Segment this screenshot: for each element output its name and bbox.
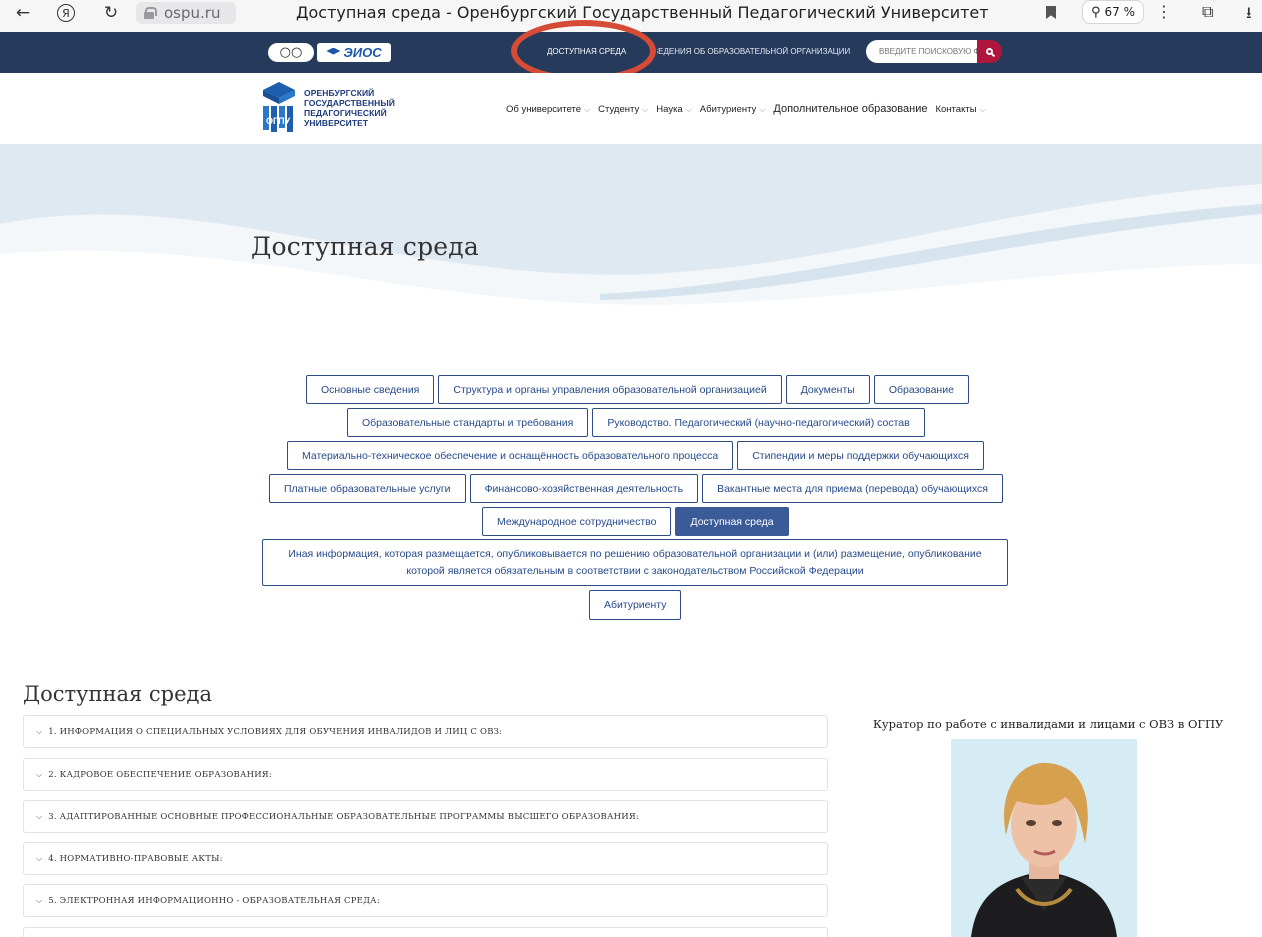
section-button[interactable]: Иная информация, которая размещается, оп… xyxy=(262,539,1008,586)
chevron-down-icon: ⌵ xyxy=(36,895,43,905)
extensions-icon[interactable]: ⧉ xyxy=(1202,2,1213,22)
section-button[interactable]: Руководство. Педагогический (научно-педа… xyxy=(592,408,925,437)
curator-portrait-image xyxy=(951,739,1137,937)
hero-banner: Доступная среда xyxy=(0,144,1262,327)
section-button-active[interactable]: Доступная среда xyxy=(675,507,789,536)
back-arrow-icon[interactable]: ← xyxy=(12,2,34,24)
section-button[interactable]: Платные образовательные услуги xyxy=(269,474,466,503)
zoom-indicator[interactable]: ⚲ 67 % xyxy=(1082,0,1144,24)
reload-icon[interactable]: ↻ xyxy=(100,2,122,24)
section-buttons-row: Материально-техническое обеспечение и ос… xyxy=(287,441,984,470)
section-buttons-row: Платные образовательные услуги Финансово… xyxy=(269,474,1003,503)
svg-text:ОГПУ: ОГПУ xyxy=(266,116,291,126)
graduation-cap-icon xyxy=(326,47,341,55)
main-menu: Об университете ⌵ Студенту ⌵ Наука ⌵ Абитур… xyxy=(506,103,986,115)
logo-line: Педагогический xyxy=(304,108,387,118)
menu-item-label: Об университете xyxy=(506,104,582,115)
section-button[interactable]: Вакантные места для приема (перевода) об… xyxy=(702,474,1003,503)
browser-toolbar: ← Я ↻ ospu.ru Доступная среда - Оренбург… xyxy=(0,0,1262,32)
topbar-link-accessible-env[interactable]: Доступная среда xyxy=(547,47,626,56)
section-buttons-row: Абитуриенту xyxy=(589,590,682,620)
hero-wave-background xyxy=(0,144,1262,327)
section-button[interactable]: Международное сотрудничество xyxy=(482,507,672,536)
menu-item-label: Абитуриенту xyxy=(699,104,757,115)
section-button[interactable]: Материально-техническое обеспечение и ос… xyxy=(287,441,734,470)
menu-item-label: Наука xyxy=(656,104,683,115)
menu-item-about[interactable]: Об университете ⌵ xyxy=(506,104,590,115)
content-heading: Доступная среда xyxy=(23,682,212,706)
section-buttons-row: Иная информация, которая размещается, оп… xyxy=(262,539,1008,586)
section-buttons-row: Основные сведения Структура и органы упр… xyxy=(306,375,969,404)
accordion-item-label: 1. Информация о специальных условиях для… xyxy=(48,726,503,737)
section-button[interactable]: Структура и органы управления образовате… xyxy=(438,375,782,404)
eios-button[interactable]: ЭИОС xyxy=(317,43,391,62)
search-icon xyxy=(986,48,993,55)
zoom-search-icon: ⚲ xyxy=(1090,4,1101,20)
menu-item-additional-education[interactable]: Дополнительное образование xyxy=(773,103,927,115)
logo-line: Университет xyxy=(304,118,369,128)
yandex-icon[interactable]: Я xyxy=(57,4,75,22)
section-button[interactable]: Финансово-хозяйственная деятельность xyxy=(469,474,699,503)
page-tab-title: Доступная среда - Оренбургский Государст… xyxy=(296,3,989,22)
section-button[interactable]: Документы xyxy=(785,375,870,404)
topbar-link-org-info-label: Сведения об образовательной организации xyxy=(647,47,851,56)
bookmark-icon[interactable] xyxy=(1046,6,1056,19)
section-buttons-row: Международное сотрудничество Доступная с… xyxy=(482,507,789,536)
chevron-down-icon: ⌵ xyxy=(685,104,692,114)
accordion-item-label: 3. Адаптированные основные профессиональ… xyxy=(48,811,639,822)
accordion-item[interactable]: ⌵ 2. Кадровое обеспечение образования: xyxy=(23,758,828,791)
chevron-down-icon: ⌵ xyxy=(759,104,766,114)
chevron-down-icon: ⌵ xyxy=(642,104,649,114)
menu-kebab-icon[interactable]: ⋮ xyxy=(1156,2,1172,21)
site-search-button[interactable] xyxy=(977,40,1002,63)
section-buttons-row: Образовательные стандарты и требования Р… xyxy=(347,408,925,437)
download-icon[interactable]: ⭳ xyxy=(1246,2,1252,29)
chevron-down-icon: ⌵ xyxy=(979,104,986,114)
chevron-down-icon: ⌵ xyxy=(36,769,43,779)
menu-item-label: Дополнительное образование xyxy=(773,103,928,115)
chevron-down-icon: ⌵ xyxy=(36,726,43,736)
site-search-input[interactable] xyxy=(866,40,977,63)
curator-caption: Куратор по работе с инвалидами и лицами … xyxy=(873,717,1224,731)
eios-label: ЭИОС xyxy=(343,45,382,60)
menu-item-label: Контакты xyxy=(935,104,977,115)
low-vision-glasses-icon[interactable]: ○○ xyxy=(268,43,314,62)
chevron-down-icon: ⌵ xyxy=(36,811,43,821)
menu-item-student[interactable]: Студенту ⌵ xyxy=(598,104,648,115)
logo-line: Государственный xyxy=(304,98,395,108)
chevron-down-icon: ⌵ xyxy=(584,104,591,114)
accordion-item[interactable]: ⌵ 4. Нормативно-правовые акты: xyxy=(23,842,828,875)
menu-item-applicant[interactable]: Абитуриенту ⌵ xyxy=(700,104,766,115)
section-button[interactable]: Абитуриенту xyxy=(589,590,682,620)
chevron-down-icon: ⌵ xyxy=(36,853,43,863)
site-topbar xyxy=(0,32,1262,73)
university-logo-text[interactable]: Оренбургский Государственный Педагогичес… xyxy=(304,88,395,128)
topbar-link-org-info[interactable]: Сведения об образовательной организации xyxy=(657,47,850,56)
accordion-item-partial[interactable] xyxy=(23,927,828,937)
section-button[interactable]: Стипендии и меры поддержки обучающихся xyxy=(737,441,984,470)
section-button[interactable]: Образование xyxy=(873,375,969,404)
menu-item-label: Студенту xyxy=(598,104,640,115)
address-bar[interactable]: ospu.ru xyxy=(136,2,236,24)
accordion-item[interactable]: ⌵ 1. Информация о специальных условиях д… xyxy=(23,715,828,748)
lock-icon xyxy=(144,7,157,19)
zoom-level: 67 % xyxy=(1104,5,1136,19)
url-text: ospu.ru xyxy=(164,4,221,22)
logo-line: Оренбургский xyxy=(304,88,375,98)
accordion-item-label: 2. Кадровое обеспечение образования: xyxy=(48,769,272,780)
section-button[interactable]: Образовательные стандарты и требования xyxy=(347,408,589,437)
accordion-item[interactable]: ⌵ 5. Электронная информационно - образов… xyxy=(23,884,828,917)
menu-item-science[interactable]: Наука ⌵ xyxy=(656,104,692,115)
curator-photo xyxy=(951,739,1137,937)
accordion-item-label: 5. Электронная информационно - образоват… xyxy=(48,895,380,906)
university-logo-icon[interactable]: ОГПУ xyxy=(262,82,297,134)
accordion-item-label: 4. Нормативно-правовые акты: xyxy=(48,853,223,864)
section-button[interactable]: Основные сведения xyxy=(306,375,435,404)
page-title: Доступная среда xyxy=(251,232,479,261)
accordion-item[interactable]: ⌵ 3. Адаптированные основные профессиона… xyxy=(23,800,828,833)
menu-item-contacts[interactable]: Контакты ⌵ xyxy=(935,104,985,115)
site-header: ОГПУ Оренбургский Государственный Педаго… xyxy=(0,73,1262,144)
